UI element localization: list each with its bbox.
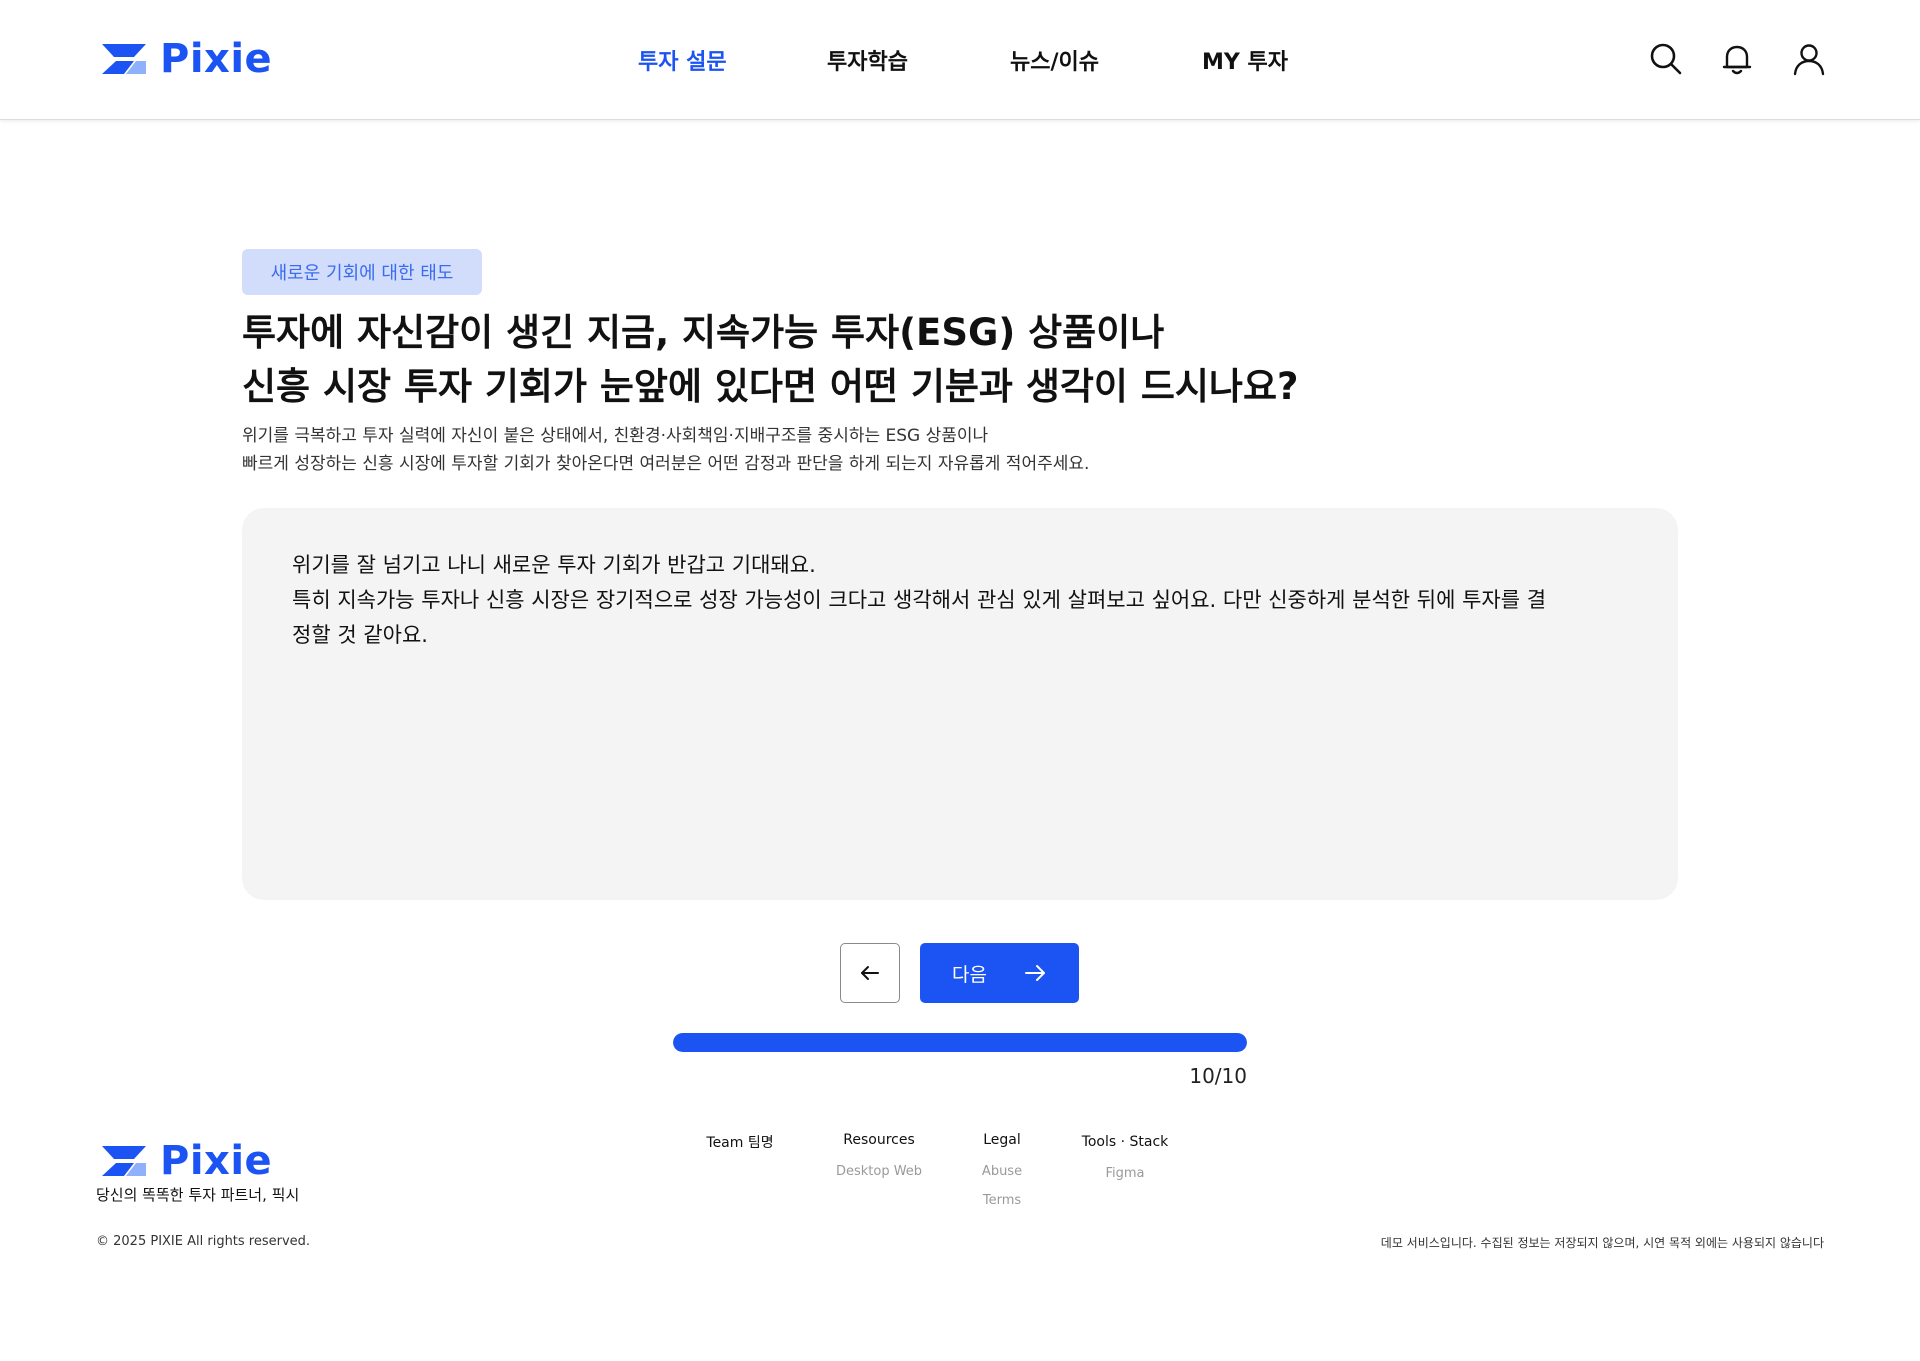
question-line-2: 신흥 시장 투자 기회가 눈앞에 있다면 어떤 기분과 생각이 드시나요? bbox=[242, 365, 1299, 408]
question-description: 위기를 극복하고 투자 실력에 자신이 붙은 상태에서, 친환경·사회책임·지배… bbox=[242, 422, 1089, 478]
category-badge: 새로운 기회에 대한 태도 bbox=[242, 249, 482, 295]
question-title: 투자에 자신감이 생긴 지금, 지속가능 투자(ESG) 상품이나 신흥 시장 … bbox=[242, 306, 1298, 414]
footer-heading-resources: Resources bbox=[843, 1132, 915, 1148]
footer-tagline: 당신의 똑똑한 투자 파트너, 픽시 bbox=[96, 1186, 300, 1204]
description-line-2: 빠르게 성장하는 신흥 시장에 투자할 기회가 찾아온다면 여러분은 어떤 감정… bbox=[242, 454, 1090, 474]
answer-textarea[interactable]: 위기를 잘 넘기고 나니 새로운 투자 기회가 반갑고 기대돼요. 특히 지속가능… bbox=[242, 508, 1678, 900]
next-button-label: 다음 bbox=[952, 963, 987, 986]
footer-logo-mark-icon bbox=[102, 1146, 146, 1176]
answer-line-2: 특히 지속가능 투자나 신흥 시장은 장기적으로 성장 가능성이 크다고 생각해… bbox=[292, 588, 1547, 612]
footer-link-desktop-web[interactable]: Desktop Web bbox=[829, 1164, 929, 1179]
main-nav: 투자 설문 투자학습 뉴스/이슈 MY 투자 bbox=[0, 44, 1920, 76]
question-line-1: 투자에 자신감이 생긴 지금, 지속가능 투자(ESG) 상품이나 bbox=[242, 311, 1165, 354]
footer-column-tools: Tools · Stack Figma bbox=[1080, 1134, 1170, 1181]
progress-bar bbox=[673, 1033, 1247, 1052]
footer-column-resources: Resources Desktop Web bbox=[829, 1132, 929, 1179]
footer-column-team: Team 팀명 bbox=[700, 1132, 780, 1152]
nav-item-news[interactable]: 뉴스/이슈 bbox=[1010, 44, 1099, 76]
arrow-right-icon bbox=[1024, 965, 1045, 981]
top-header: Pixie 투자 설문 투자학습 뉴스/이슈 MY 투자 bbox=[0, 0, 1920, 120]
nav-item-survey[interactable]: 투자 설문 bbox=[638, 44, 727, 76]
answer-line-1: 위기를 잘 넘기고 나니 새로운 투자 기회가 반갑고 기대돼요. bbox=[292, 553, 816, 577]
footer-link-abuse[interactable]: Abuse bbox=[977, 1164, 1027, 1179]
copyright-text: © 2025 PIXIE All rights reserved. bbox=[96, 1234, 311, 1249]
nav-item-learning[interactable]: 투자학습 bbox=[827, 44, 908, 76]
user-icon[interactable] bbox=[1792, 42, 1826, 76]
arrow-left-icon bbox=[861, 966, 879, 980]
footer-column-legal: Legal Abuse Terms bbox=[977, 1132, 1027, 1208]
description-line-1: 위기를 극복하고 투자 실력에 자신이 붙은 상태에서, 친환경·사회책임·지배… bbox=[242, 426, 989, 446]
previous-button[interactable] bbox=[840, 943, 900, 1003]
footer-heading-legal: Legal bbox=[983, 1132, 1021, 1148]
footer-heading-tools: Tools · Stack bbox=[1081, 1134, 1169, 1150]
nav-item-my-investment[interactable]: MY 투자 bbox=[1202, 44, 1288, 76]
next-button[interactable]: 다음 bbox=[920, 943, 1079, 1003]
answer-text: 위기를 잘 넘기고 나니 새로운 투자 기회가 반갑고 기대돼요. 특히 지속가능… bbox=[292, 548, 1628, 653]
bell-icon[interactable] bbox=[1720, 42, 1754, 76]
progress-counter: 10/10 bbox=[1189, 1064, 1247, 1088]
demo-disclaimer: 데모 서비스입니다. 수집된 정보는 저장되지 않으며, 시연 목적 외에는 사… bbox=[1380, 1236, 1824, 1250]
footer-heading-team: Team 팀명 bbox=[706, 1135, 774, 1151]
progress-bar-fill bbox=[673, 1033, 1247, 1052]
search-icon[interactable] bbox=[1649, 42, 1683, 76]
answer-line-3: 정할 것 같아요. bbox=[292, 623, 428, 647]
footer-link-figma[interactable]: Figma bbox=[1080, 1166, 1170, 1181]
footer-brand-name: Pixie bbox=[160, 1138, 273, 1184]
footer-link-terms[interactable]: Terms bbox=[977, 1193, 1027, 1208]
footer-logo[interactable]: Pixie bbox=[100, 1138, 272, 1184]
